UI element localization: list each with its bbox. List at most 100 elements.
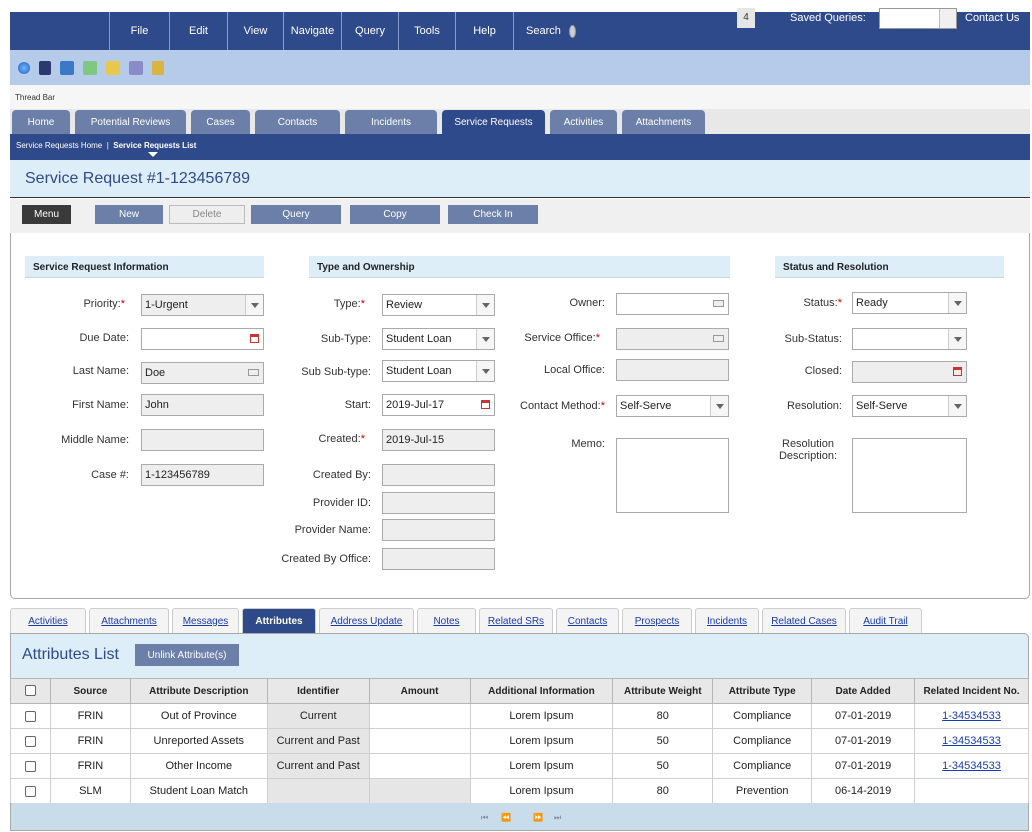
star-folder-icon[interactable] (106, 60, 120, 75)
created-field[interactable]: 2019-Jul-15 (382, 429, 495, 451)
row-checkbox[interactable] (24, 710, 36, 722)
case-number-field[interactable]: 1-123456789 (141, 464, 264, 486)
notification-badge[interactable]: 4 (737, 8, 755, 28)
contact-us-link[interactable]: Contact Us (965, 12, 1019, 24)
tab-contacts[interactable]: Contacts (255, 110, 340, 134)
view-tab-notes[interactable]: Notes (417, 608, 476, 633)
tab-potential-reviews[interactable]: Potential Reviews (75, 110, 186, 134)
menu-tools[interactable]: Tools (399, 12, 456, 50)
menu-view[interactable]: View (228, 12, 284, 50)
status-select[interactable]: Ready (852, 292, 967, 314)
column-header[interactable]: Amount (368, 678, 471, 704)
menu-query[interactable]: Query (342, 12, 399, 50)
tab-attachments[interactable]: Attachments (622, 110, 705, 134)
row-checkbox[interactable] (24, 735, 36, 747)
row-checkbox-cell[interactable] (10, 703, 51, 729)
created-by-office-field[interactable] (382, 548, 495, 570)
column-header[interactable]: Additional Information (469, 678, 614, 704)
column-header[interactable]: Attribute Description (129, 678, 268, 704)
provider-id-field[interactable] (382, 492, 495, 514)
column-header[interactable]: Date Added (811, 678, 916, 704)
resolution-description-textarea[interactable] (852, 438, 967, 513)
tab-incidents[interactable]: Incidents (345, 110, 437, 134)
view-tab-incidents[interactable]: Incidents (695, 608, 759, 633)
breadcrumb-home[interactable]: Service Requests Home (16, 141, 102, 150)
new-button[interactable]: New (95, 205, 163, 224)
column-header[interactable]: Identifier (266, 678, 370, 704)
view-tab-activities[interactable]: Activities (10, 608, 86, 633)
table-row[interactable]: FRIN Out of Province Current Lorem Ipsum… (10, 703, 1029, 729)
view-tab-attributes[interactable]: Attributes (242, 608, 316, 633)
view-tab-messages[interactable]: Messages (172, 608, 239, 633)
view-tab-address-update[interactable]: Address Update (319, 608, 414, 633)
sub-sub-type-select[interactable]: Student Loan (382, 360, 495, 382)
due-date-field[interactable] (141, 328, 264, 350)
picker-icon[interactable] (248, 369, 259, 376)
middle-name-field[interactable] (141, 429, 264, 451)
resolution-select[interactable]: Self-Serve (852, 395, 967, 417)
unlink-attributes-button[interactable]: Unlink Attribute(s) (135, 644, 239, 666)
next-page-icon[interactable]: ⏩ (533, 813, 543, 822)
picker-icon[interactable] (713, 335, 724, 342)
calendar-icon[interactable] (953, 367, 962, 376)
created-by-field[interactable] (382, 464, 495, 486)
help-icon[interactable] (60, 60, 74, 75)
report-icon[interactable] (129, 60, 143, 75)
type-select[interactable]: Review (382, 294, 495, 316)
provider-name-field[interactable] (382, 519, 495, 541)
breadcrumb-current[interactable]: Service Requests List (113, 141, 196, 150)
view-tab-related-cases[interactable]: Related Cases (762, 608, 846, 633)
start-date-field[interactable]: 2019-Jul-17 (382, 394, 495, 416)
tab-cases[interactable]: Cases (191, 110, 250, 134)
view-tab-prospects[interactable]: Prospects (622, 608, 692, 633)
sub-type-select[interactable]: Student Loan (382, 328, 495, 350)
priority-select[interactable]: 1-Urgent (141, 294, 264, 316)
incident-link[interactable]: 1-34534533 (942, 710, 1001, 722)
prev-page-icon[interactable]: ⏪ (501, 813, 511, 822)
globe-icon[interactable] (18, 61, 30, 74)
last-name-field[interactable]: Doe (141, 362, 264, 384)
first-page-icon[interactable]: ⏮ (481, 813, 488, 823)
query-button[interactable]: Query (251, 205, 341, 224)
column-header[interactable]: Attribute Weight (612, 678, 714, 704)
copy-button[interactable]: Copy (350, 205, 440, 224)
table-row[interactable]: FRIN Other Income Current and Past Lorem… (10, 753, 1029, 779)
row-checkbox[interactable] (24, 760, 36, 772)
column-header[interactable]: Related Incident No. (914, 678, 1029, 704)
view-tab-contacts[interactable]: Contacts (556, 608, 619, 633)
row-checkbox-cell[interactable] (10, 778, 51, 804)
menu-button[interactable]: Menu (22, 205, 71, 224)
saved-queries-select[interactable] (879, 8, 957, 29)
select-all-checkbox-cell[interactable] (10, 678, 51, 704)
view-tab-audit-trail[interactable]: Audit Trail (849, 608, 922, 633)
closed-date-field[interactable] (852, 361, 967, 383)
menu-edit[interactable]: Edit (170, 12, 228, 50)
contact-method-select[interactable]: Self-Serve (616, 395, 729, 417)
column-header[interactable]: Source (49, 678, 131, 704)
binoculars-icon[interactable] (39, 60, 51, 75)
incident-link[interactable]: 1-34534533 (942, 735, 1001, 747)
menu-help[interactable]: Help (456, 12, 514, 50)
view-tab-attachments[interactable]: Attachments (89, 608, 169, 633)
select-all-checkbox[interactable] (24, 685, 36, 697)
tab-activities[interactable]: Activities (550, 110, 617, 134)
last-page-icon[interactable]: ⏭ (554, 813, 561, 823)
memo-textarea[interactable] (616, 438, 729, 513)
table-row[interactable]: SLM Student Loan Match Lorem Ipsum 80 Pr… (10, 778, 1029, 804)
calendar-icon[interactable] (481, 400, 490, 409)
picker-icon[interactable] (713, 300, 724, 307)
view-tab-related-srs[interactable]: Related SRs (479, 608, 553, 633)
check-in-button[interactable]: Check In (448, 205, 538, 224)
menu-navigate[interactable]: Navigate (284, 12, 342, 50)
menu-file[interactable]: File (110, 12, 170, 50)
first-name-field[interactable]: John (141, 394, 264, 416)
incident-link[interactable]: 1-34534533 (942, 760, 1001, 772)
table-row[interactable]: FRIN Unreported Assets Current and Past … (10, 728, 1029, 754)
row-checkbox[interactable] (24, 785, 36, 797)
local-office-field[interactable] (616, 359, 729, 381)
delete-button[interactable]: Delete (169, 205, 245, 224)
owner-field[interactable] (616, 293, 729, 315)
search-menu[interactable]: Search (514, 12, 594, 50)
tab-service-requests[interactable]: Service Requests (442, 110, 545, 134)
row-checkbox-cell[interactable] (10, 753, 51, 779)
